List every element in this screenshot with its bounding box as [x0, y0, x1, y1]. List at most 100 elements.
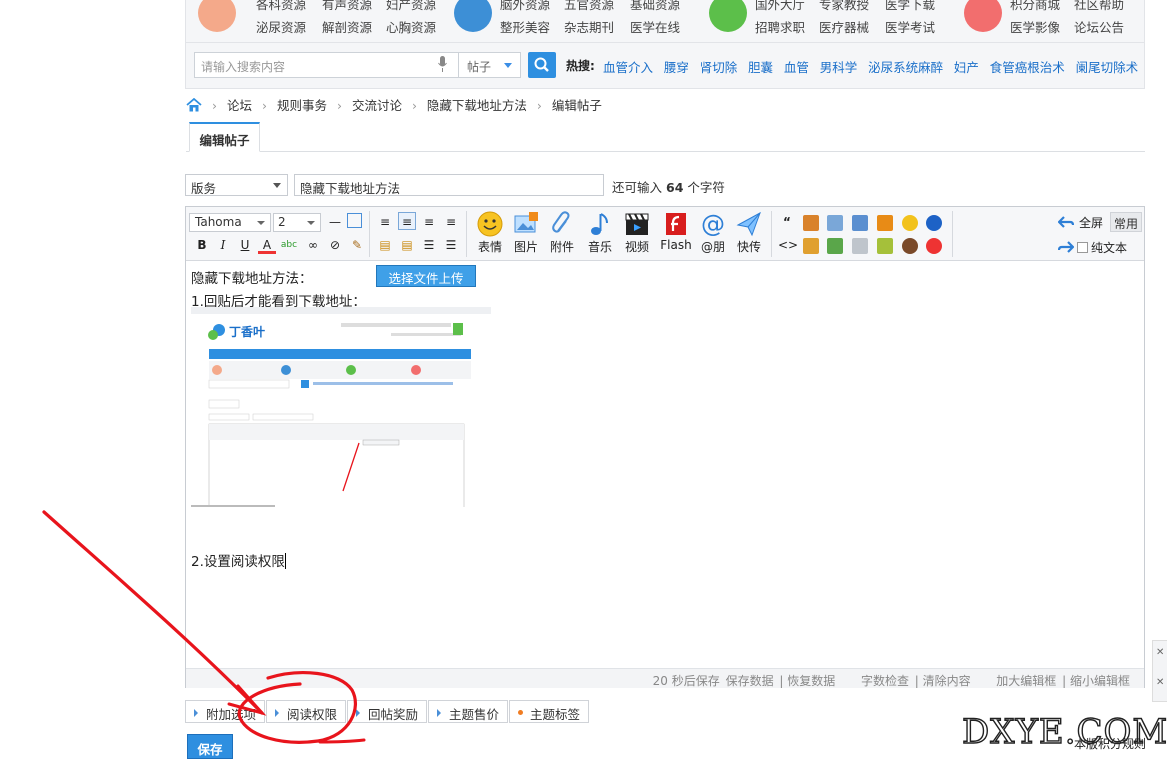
- mention-button[interactable]: @ @朋: [696, 211, 730, 259]
- breadcrumb-item[interactable]: 隐藏下载地址方法: [427, 98, 527, 113]
- search-input[interactable]: 请输入搜索内容: [194, 52, 459, 78]
- unlink-icon[interactable]: ⊘: [326, 236, 344, 254]
- image-button[interactable]: 图片: [509, 211, 543, 259]
- italic-icon[interactable]: I: [214, 236, 232, 254]
- align-justify-icon[interactable]: ≡: [420, 213, 438, 231]
- nav-link[interactable]: 解剖资源: [322, 17, 372, 36]
- unordered-list-icon[interactable]: ☰: [442, 236, 460, 254]
- font-color-icon[interactable]: A: [258, 236, 276, 254]
- hot-term-link[interactable]: 泌尿系统麻醉: [868, 60, 943, 75]
- free-content-icon[interactable]: [803, 215, 819, 231]
- nav-link[interactable]: 社区帮助: [1074, 0, 1124, 13]
- code-icon[interactable]: <>: [778, 236, 798, 254]
- nav-link[interactable]: 医学考试: [885, 17, 935, 36]
- nav-link[interactable]: 积分商城: [1010, 0, 1060, 13]
- nav-link[interactable]: 整形美容: [500, 17, 550, 36]
- flash-button[interactable]: Flash: [658, 211, 694, 259]
- align-center-icon[interactable]: ≡: [398, 212, 416, 230]
- slideshow-icon[interactable]: [877, 215, 893, 231]
- nav-link[interactable]: 医疗器械: [819, 17, 869, 36]
- redo-icon[interactable]: [1058, 240, 1074, 254]
- reply-reward-button[interactable]: 回帖奖励: [347, 700, 428, 723]
- page-icon[interactable]: [827, 215, 843, 231]
- music-button[interactable]: 音乐: [583, 211, 617, 259]
- hot-term-link[interactable]: 男科学: [820, 60, 858, 75]
- insert-image-icon[interactable]: [827, 238, 843, 254]
- link-icon[interactable]: ∞: [304, 236, 322, 254]
- undo-icon[interactable]: [1058, 215, 1074, 229]
- tab-edit-post[interactable]: 编辑帖子: [189, 122, 260, 152]
- plain-text-toggle[interactable]: 纯文本: [1075, 239, 1127, 256]
- hot-term-link[interactable]: 腰穿: [664, 60, 689, 75]
- align-right-icon[interactable]: ≡: [442, 213, 460, 231]
- attachment-button[interactable]: 附件: [545, 211, 579, 259]
- spellcheck-icon[interactable]: abc: [280, 236, 298, 254]
- underline-icon[interactable]: U: [236, 236, 254, 254]
- microphone-icon[interactable]: [438, 56, 447, 72]
- ordered-list-icon[interactable]: ☰: [420, 236, 438, 254]
- align-left-icon[interactable]: ≡: [376, 213, 394, 231]
- side-tools[interactable]: ✕ ✕: [1152, 640, 1167, 702]
- search-scope-select[interactable]: 帖子: [459, 52, 521, 78]
- fullscreen-button[interactable]: 全屏: [1079, 214, 1103, 231]
- nav-link[interactable]: 泌尿资源: [256, 17, 306, 36]
- topic-tags-button[interactable]: 主题标签: [509, 700, 590, 723]
- nav-link[interactable]: 国外大厅: [755, 0, 805, 13]
- nav-link[interactable]: 五官资源: [564, 0, 614, 13]
- restore-data-link[interactable]: 恢复数据: [787, 674, 835, 688]
- save-data-link[interactable]: 保存数据: [726, 674, 774, 688]
- hot-term-link[interactable]: 血管: [784, 60, 809, 75]
- background-icon[interactable]: [902, 215, 918, 231]
- nav-link[interactable]: 有声资源: [322, 0, 372, 13]
- hot-term-link[interactable]: 阑尾切除术: [1076, 60, 1139, 75]
- extra-options-button[interactable]: 附加选项: [185, 700, 266, 723]
- nav-link[interactable]: 医学在线: [630, 17, 680, 36]
- nav-link[interactable]: 医学下载: [885, 0, 935, 13]
- float-left-icon[interactable]: ▤: [376, 236, 394, 254]
- nav-link[interactable]: 杂志期刊: [564, 17, 614, 36]
- nav-link[interactable]: 基础资源: [630, 0, 680, 13]
- columns-icon[interactable]: [852, 238, 868, 254]
- upload-file-button[interactable]: 选择文件上传: [376, 265, 476, 287]
- hot-term-link[interactable]: 胆囊: [748, 60, 773, 75]
- quote-icon[interactable]: “: [778, 213, 796, 231]
- format-brush-icon[interactable]: ✎: [348, 236, 366, 254]
- plain-text-checkbox[interactable]: [1077, 242, 1088, 253]
- enlarge-editor-link[interactable]: 加大编辑框: [996, 674, 1056, 688]
- nav-link[interactable]: 脑外资源: [500, 0, 550, 13]
- nav-link[interactable]: 招聘求职: [755, 17, 805, 36]
- hot-term-link[interactable]: 食管癌根治术: [990, 60, 1065, 75]
- index-icon[interactable]: [852, 215, 868, 231]
- bold-icon[interactable]: B: [193, 236, 211, 254]
- video-button[interactable]: 视频: [620, 211, 654, 259]
- hot-term-link[interactable]: 血管介入: [603, 60, 653, 75]
- nav-link[interactable]: 妇产资源: [386, 0, 436, 13]
- music-disc-icon[interactable]: [902, 238, 918, 254]
- nav-link[interactable]: 论坛公告: [1074, 17, 1124, 36]
- read-permission-button[interactable]: 阅读权限: [266, 700, 347, 723]
- nav-link[interactable]: 医学影像: [1010, 17, 1060, 36]
- shrink-editor-link[interactable]: 缩小编辑框: [1070, 674, 1130, 688]
- nav-link[interactable]: 心胸资源: [386, 17, 436, 36]
- play-icon[interactable]: [926, 215, 942, 231]
- table-icon[interactable]: [347, 213, 362, 228]
- breadcrumb-item[interactable]: 规则事务: [277, 98, 327, 113]
- save-button[interactable]: 保存: [187, 734, 233, 759]
- title-input[interactable]: 隐藏下载地址方法: [294, 174, 604, 196]
- key-icon[interactable]: [877, 238, 893, 254]
- forum-rules-link[interactable]: 本版积分规则: [1074, 735, 1146, 752]
- hot-term-link[interactable]: 妇产: [954, 60, 979, 75]
- breadcrumb-item[interactable]: 交流讨论: [352, 98, 402, 113]
- quick-send-button[interactable]: 快传: [732, 211, 766, 259]
- clear-content-link[interactable]: 清除内容: [923, 674, 971, 688]
- close-icon[interactable]: ✕: [1156, 677, 1164, 688]
- emoji-button[interactable]: 表情: [473, 211, 507, 259]
- font-size-select[interactable]: 2: [273, 213, 321, 232]
- breadcrumb-item[interactable]: 论坛: [227, 98, 252, 113]
- horizontal-rule-icon[interactable]: —: [326, 213, 344, 231]
- hot-term-link[interactable]: 肾切除: [700, 60, 738, 75]
- category-select[interactable]: 版务: [185, 174, 288, 196]
- common-mode-button[interactable]: 常用: [1110, 212, 1142, 232]
- font-family-select[interactable]: Tahoma: [189, 213, 271, 232]
- nav-link[interactable]: 专家教授: [819, 0, 869, 13]
